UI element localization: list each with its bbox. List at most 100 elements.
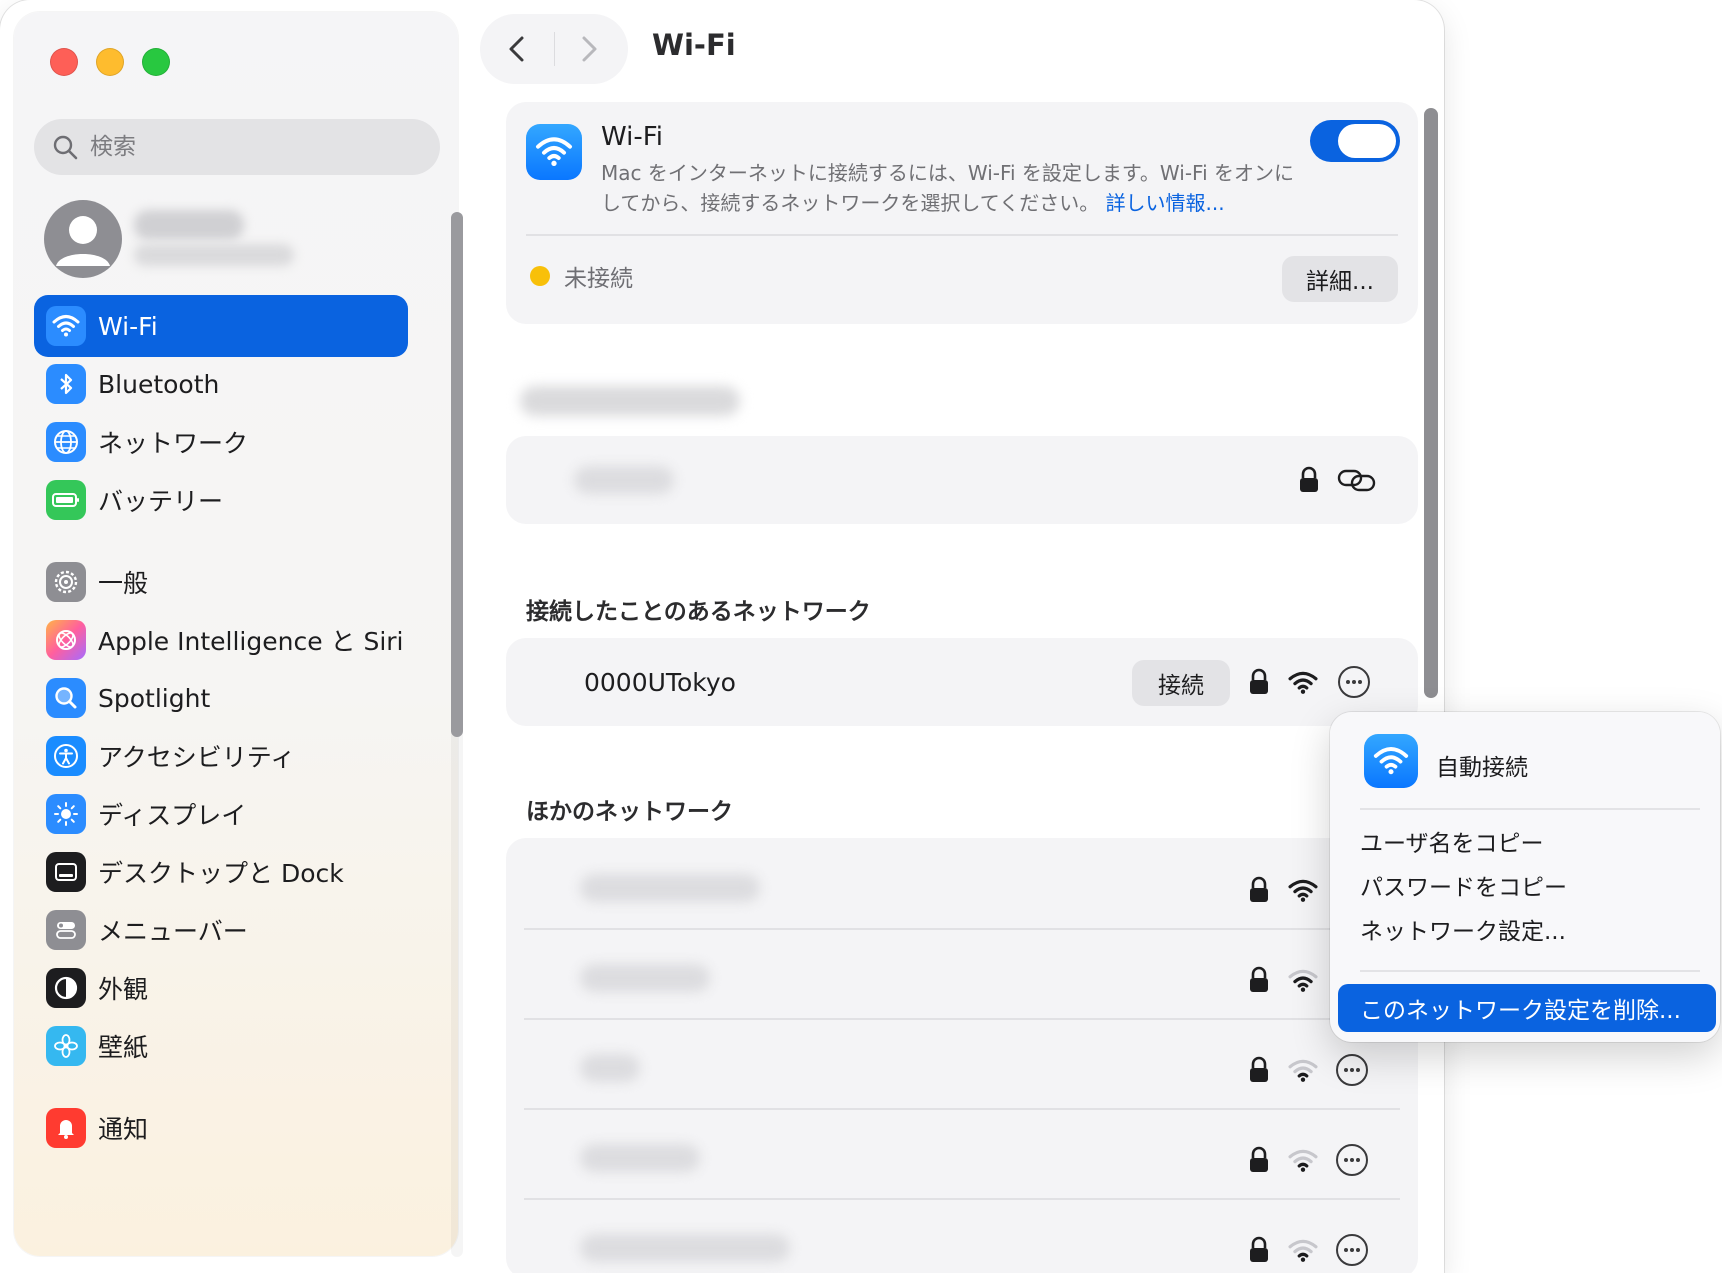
- dock-icon: [46, 852, 86, 892]
- wifi-card-divider: [526, 234, 1398, 236]
- account-name-redacted: [134, 210, 244, 240]
- wifi-signal-icon: [1288, 671, 1318, 694]
- connection-status: 未接続: [564, 266, 633, 292]
- avatar: [44, 200, 122, 278]
- sidebar-item-appearance[interactable]: 外観: [34, 957, 408, 1019]
- menu-separator: [1360, 808, 1700, 810]
- wifi-signal-icon: [1288, 969, 1318, 992]
- toggle-knob: [1338, 124, 1396, 158]
- sidebar-item-apple-intelligence-siri[interactable]: Apple Intelligence と Siri: [34, 609, 408, 671]
- content-scrollbar[interactable]: [1424, 108, 1438, 698]
- siri-icon: [46, 620, 86, 660]
- lock-icon: [1300, 466, 1318, 492]
- network-context-menu: 自動接続 ユーザ名をコピー パスワードをコピー ネットワーク設定... このネッ…: [1330, 712, 1720, 1042]
- sidebar-item-label: 通知: [98, 1115, 149, 1144]
- sidebar-item-battery[interactable]: バッテリー: [34, 469, 408, 531]
- other-networks-list: [506, 838, 1418, 1273]
- sun-icon: [46, 794, 86, 834]
- wifi-icon: [1364, 734, 1418, 788]
- sidebar-item-network[interactable]: ネットワーク: [34, 411, 408, 473]
- wifi-card-title: Wi-Fi: [601, 122, 664, 152]
- menu-item-auto-join[interactable]: 自動接続: [1436, 748, 1528, 782]
- sidebar-item-wallpaper[interactable]: 壁紙: [34, 1015, 408, 1077]
- sidebar-item-displays[interactable]: ディスプレイ: [34, 783, 408, 845]
- current-network-card: [506, 436, 1418, 524]
- minimize-window-button[interactable]: [96, 48, 124, 76]
- menu-separator: [1360, 970, 1700, 972]
- redacted-network-name: [580, 964, 710, 992]
- search-field[interactable]: [34, 119, 440, 175]
- more-options-icon[interactable]: [1334, 1052, 1370, 1088]
- sidebar-item-label: メニューバー: [98, 917, 248, 946]
- page-title: Wi-Fi: [652, 28, 736, 62]
- sidebar-item-label: Wi-Fi: [98, 311, 158, 341]
- menu-item-network-settings[interactable]: ネットワーク設定...: [1360, 912, 1566, 946]
- sidebar-scrollbar[interactable]: [451, 212, 463, 737]
- close-window-button[interactable]: [50, 48, 78, 76]
- row-divider: [524, 1018, 1400, 1020]
- menu-item-copy-password[interactable]: パスワードをコピー: [1360, 868, 1567, 902]
- sidebar-item-label: バッテリー: [98, 487, 224, 516]
- wifi-signal-icon: [1288, 1149, 1318, 1172]
- gear-icon: [46, 562, 86, 602]
- sidebar-item-accessibility[interactable]: アクセシビリティ: [34, 725, 408, 787]
- bluetooth-icon: [46, 364, 86, 404]
- wifi-icon: [46, 306, 86, 346]
- row-divider: [524, 1198, 1400, 1200]
- battery-icon: [46, 480, 86, 520]
- known-networks-heading: 接続したことのあるネットワーク: [526, 599, 871, 625]
- menubar-icon: [46, 910, 86, 950]
- redacted-section-header: [520, 386, 740, 416]
- sidebar-item-bluetooth[interactable]: Bluetooth: [34, 353, 408, 415]
- settings-window: Wi-Fi Bluetooth: [0, 0, 1444, 1273]
- more-options-icon[interactable]: [1336, 664, 1372, 700]
- wifi-signal-icon: [1288, 1059, 1318, 1082]
- zoom-window-button[interactable]: [142, 48, 170, 76]
- sidebar-item-label: Apple Intelligence と Siri: [98, 627, 404, 656]
- redacted-network-name: [574, 466, 674, 494]
- redacted-network-name: [580, 1054, 640, 1082]
- search-input[interactable]: [88, 133, 412, 161]
- wifi-signal-icon: [1288, 1239, 1318, 1262]
- more-options-icon[interactable]: [1334, 1142, 1370, 1178]
- apple-account[interactable]: [44, 200, 444, 280]
- menu-item-label: このネットワーク設定を削除...: [1360, 998, 1681, 1024]
- wifi-toggle[interactable]: [1310, 120, 1400, 162]
- sidebar-item-spotlight[interactable]: Spotlight: [34, 667, 408, 729]
- link-icon: [1337, 469, 1376, 492]
- sidebar-item-menu-bar[interactable]: メニューバー: [34, 899, 408, 961]
- menu-item-copy-username[interactable]: ユーザ名をコピー: [1360, 824, 1544, 858]
- wifi-icon: [526, 124, 582, 180]
- sidebar-item-general[interactable]: 一般: [34, 551, 408, 613]
- lock-icon: [1250, 1056, 1268, 1082]
- bell-icon: [46, 1108, 86, 1148]
- lock-icon: [1250, 1146, 1268, 1172]
- sidebar-item-label: アクセシビリティ: [98, 743, 296, 772]
- sidebar-item-label: Bluetooth: [98, 369, 220, 399]
- back-chevron-icon[interactable]: [502, 33, 534, 65]
- sidebar-item-wifi[interactable]: Wi-Fi: [34, 295, 408, 357]
- menu-item-forget-network[interactable]: このネットワーク設定を削除...: [1338, 984, 1716, 1032]
- globe-icon: [46, 422, 86, 462]
- status-dot: [530, 266, 550, 286]
- row-divider: [524, 928, 1400, 930]
- sidebar-item-label: ネットワーク: [98, 429, 249, 458]
- forward-chevron-icon[interactable]: [572, 33, 604, 65]
- sidebar: Wi-Fi Bluetooth: [14, 12, 463, 1257]
- more-options-icon[interactable]: [1334, 1232, 1370, 1268]
- lock-icon: [1250, 668, 1268, 694]
- more-info-link[interactable]: 詳しい情報...: [1106, 191, 1225, 215]
- sidebar-item-desktop-dock[interactable]: デスクトップと Dock: [34, 841, 408, 903]
- account-subtitle-redacted: [134, 244, 294, 266]
- accessibility-icon: [46, 736, 86, 776]
- wifi-card: Wi-Fi Mac をインターネットに接続するには、Wi-Fi を設定します。W…: [506, 102, 1418, 324]
- sidebar-item-notifications[interactable]: 通知: [34, 1097, 408, 1159]
- sidebar-item-label: ディスプレイ: [98, 801, 247, 830]
- known-network-row[interactable]: 0000UTokyo 接続: [506, 638, 1418, 726]
- connect-button[interactable]: 接続: [1132, 660, 1230, 706]
- lock-icon: [1250, 1236, 1268, 1262]
- sidebar-item-label: 外観: [98, 975, 149, 1004]
- details-button[interactable]: 詳細...: [1282, 256, 1398, 302]
- network-name: 0000UTokyo: [584, 668, 736, 697]
- sidebar-item-label: Spotlight: [98, 683, 211, 713]
